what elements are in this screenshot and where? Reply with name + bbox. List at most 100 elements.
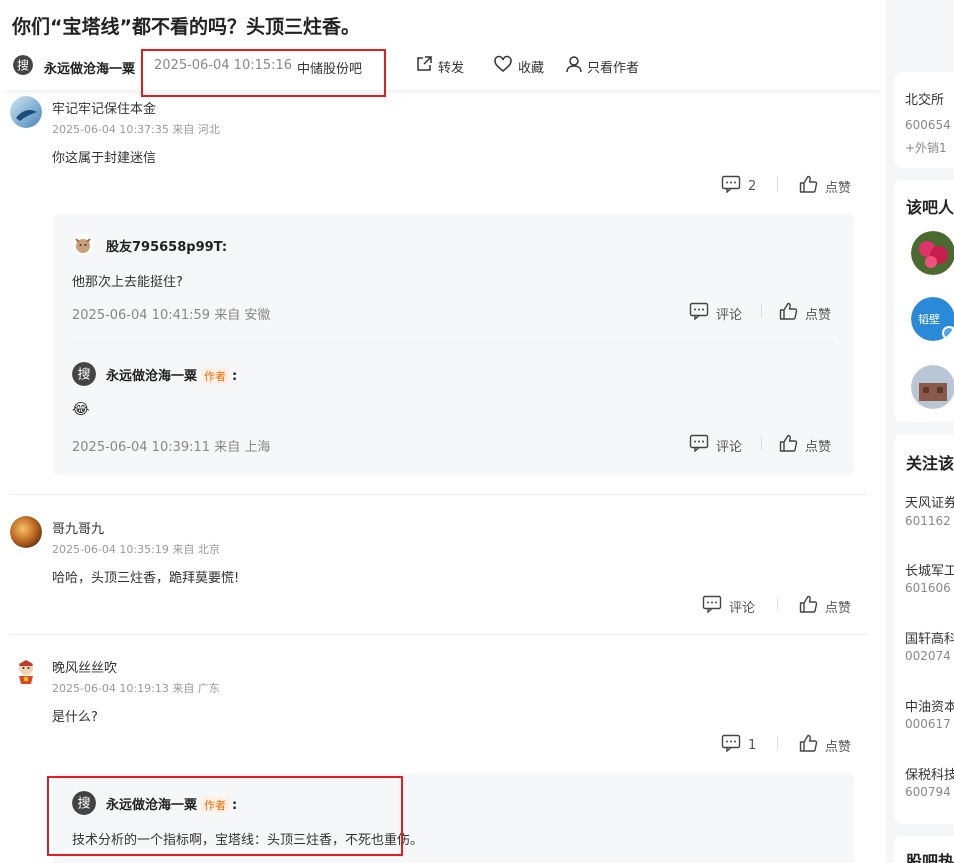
- sidebar-hot-card: 股吧热: [894, 836, 954, 863]
- thumbs-up-icon: [799, 734, 818, 756]
- action-separator: [761, 436, 762, 450]
- favorite-label: 收藏: [518, 60, 545, 76]
- comment-divider: [10, 494, 868, 495]
- svg-text:韬壁: 韬壁: [918, 312, 940, 326]
- comment-icon: [689, 302, 709, 324]
- reply-comment-label: 评论: [716, 307, 743, 323]
- author-name[interactable]: 永远做沧海一粟: [44, 58, 135, 77]
- comment-button[interactable]: 评论: [702, 595, 755, 617]
- reply-author-name[interactable]: 永远做沧海一粟: [106, 369, 197, 384]
- comment-icon: [689, 434, 709, 456]
- sidebar-people-title: 该吧人: [906, 198, 954, 217]
- sidebar-card-extra: +外销1: [905, 141, 947, 155]
- action-separator: [777, 736, 778, 750]
- share-label: 转发: [438, 60, 465, 76]
- reply-like-label: 点赞: [805, 307, 832, 323]
- comment-avatar[interactable]: [10, 96, 42, 128]
- comment-body: 你这属于封建迷信: [52, 151, 157, 166]
- comment-icon: [721, 175, 741, 197]
- comment-author[interactable]: 哥九哥九: [52, 518, 104, 537]
- sidebar-card-code: 600654: [905, 118, 951, 132]
- follow-item-code: 601606: [905, 581, 951, 595]
- follow-item-name[interactable]: 保税科技: [905, 764, 954, 783]
- reply-body: 他那次上去能挺住?: [72, 275, 183, 290]
- action-separator: [777, 597, 778, 611]
- page-title: 你们“宝塔线”都不看的吗？头顶三炷香。: [12, 16, 360, 38]
- thumbs-up-icon: [799, 175, 818, 197]
- like-button[interactable]: 点赞: [799, 175, 851, 197]
- reply-emoji: 😂: [72, 400, 90, 418]
- sidebar-card-text[interactable]: 北交所: [905, 89, 944, 108]
- user-icon: [566, 55, 582, 77]
- comment-author[interactable]: 牢记牢记保住本金: [52, 98, 156, 117]
- sidebar-follow-card: 关注该 天风证券 601162 长城军工 601606 国轩高科 002074 …: [894, 434, 954, 824]
- share-icon: [415, 55, 433, 77]
- highlight-box-author-reply: [47, 776, 403, 856]
- comment-body: 是什么?: [52, 710, 98, 725]
- comment-icon: [721, 734, 741, 756]
- sidebar-people-card: 该吧人 韬壁: [894, 180, 954, 422]
- follow-item-name[interactable]: 国轩高科: [905, 628, 954, 647]
- member-avatar[interactable]: [911, 365, 954, 409]
- author-badge: 作者: [201, 368, 230, 384]
- right-sidebar: 北交所 600654 +外销1 该吧人 韬壁 关注该 天风证券 601162 长…: [886, 0, 954, 863]
- reply-like-button[interactable]: 点赞: [779, 302, 831, 324]
- follow-item-code: 601162: [905, 514, 951, 528]
- reply-count: 1: [748, 737, 757, 753]
- reply-divider: [72, 342, 834, 343]
- author-only-button[interactable]: 只看作者: [566, 55, 639, 77]
- like-button[interactable]: 点赞: [799, 595, 851, 617]
- member-avatar[interactable]: 韬壁: [911, 297, 954, 341]
- thumbs-up-icon: [799, 595, 818, 617]
- author-avatar[interactable]: 搜: [13, 55, 33, 75]
- sidebar-follow-title: 关注该: [906, 454, 954, 473]
- follow-item-code: 600794: [905, 785, 951, 799]
- reply-comment-label: 评论: [716, 439, 743, 455]
- comment-icon: [702, 595, 722, 617]
- follow-item-name[interactable]: 天风证券: [905, 492, 954, 511]
- reply-colon: :: [232, 369, 238, 384]
- author-only-label: 只看作者: [587, 60, 640, 76]
- comment-meta: 2025-06-04 10:19:13 来自 广东: [52, 682, 220, 695]
- main-content: 你们“宝塔线”都不看的吗？头顶三炷香。 搜 永远做沧海一粟 2025-06-04…: [0, 0, 886, 863]
- reply-like-label: 点赞: [805, 439, 832, 455]
- thumbs-up-icon: [779, 302, 798, 324]
- share-button[interactable]: 转发: [415, 55, 464, 77]
- thumbs-up-icon: [779, 434, 798, 456]
- action-separator: [761, 304, 762, 318]
- like-label: 点赞: [825, 600, 852, 616]
- post-meta-bar: 搜 永远做沧海一粟 2025-06-04 10:15:16 中储股份吧 转发 收…: [0, 44, 886, 90]
- reply-meta: 2025-06-04 10:41:59 来自 安徽: [72, 308, 271, 323]
- follow-item-name[interactable]: 中油资本: [905, 696, 954, 715]
- comment-author[interactable]: 晚风丝丝吹: [52, 657, 117, 676]
- comment-avatar[interactable]: [10, 516, 42, 548]
- svg-text:搜: 搜: [17, 58, 29, 73]
- reply-comment-button[interactable]: 评论: [689, 434, 742, 456]
- like-label: 点赞: [825, 180, 852, 196]
- comment-meta: 2025-06-04 10:37:35 来自 河北: [52, 123, 220, 136]
- member-avatar[interactable]: [911, 231, 954, 275]
- highlight-box-post-meta: [141, 49, 386, 97]
- comment-divider: [10, 634, 868, 635]
- comment-avatar[interactable]: [10, 655, 42, 687]
- like-label: 点赞: [825, 739, 852, 755]
- favorite-button[interactable]: 收藏: [493, 55, 544, 77]
- comment-label: 评论: [729, 600, 756, 616]
- reply-count-button[interactable]: 2: [721, 175, 756, 197]
- follow-item-code: 002074: [905, 649, 951, 663]
- reply-author[interactable]: 股友795658p99T:: [106, 236, 227, 255]
- reply-avatar[interactable]: 搜: [72, 362, 96, 386]
- reply-meta: 2025-06-04 10:39:11 来自 上海: [72, 440, 271, 455]
- reply-box: 股友795658p99T: 他那次上去能挺住? 2025-06-04 10:41…: [53, 214, 854, 475]
- reply-avatar[interactable]: [72, 234, 94, 256]
- comment-body: 哈哈，头顶三炷香，跪拜莫要慌!: [52, 571, 240, 586]
- follow-item-name[interactable]: 长城军工: [905, 560, 954, 579]
- reply-like-button[interactable]: 点赞: [779, 434, 831, 456]
- comment-meta: 2025-06-04 10:35:19 来自 北京: [52, 543, 220, 556]
- heart-icon: [493, 55, 513, 77]
- like-button[interactable]: 点赞: [799, 734, 851, 756]
- reply-count-button[interactable]: 1: [721, 734, 756, 756]
- sidebar-card: 北交所 600654 +外销1: [894, 72, 954, 168]
- reply-author[interactable]: 永远做沧海一粟 作者:: [106, 365, 237, 384]
- reply-comment-button[interactable]: 评论: [689, 302, 742, 324]
